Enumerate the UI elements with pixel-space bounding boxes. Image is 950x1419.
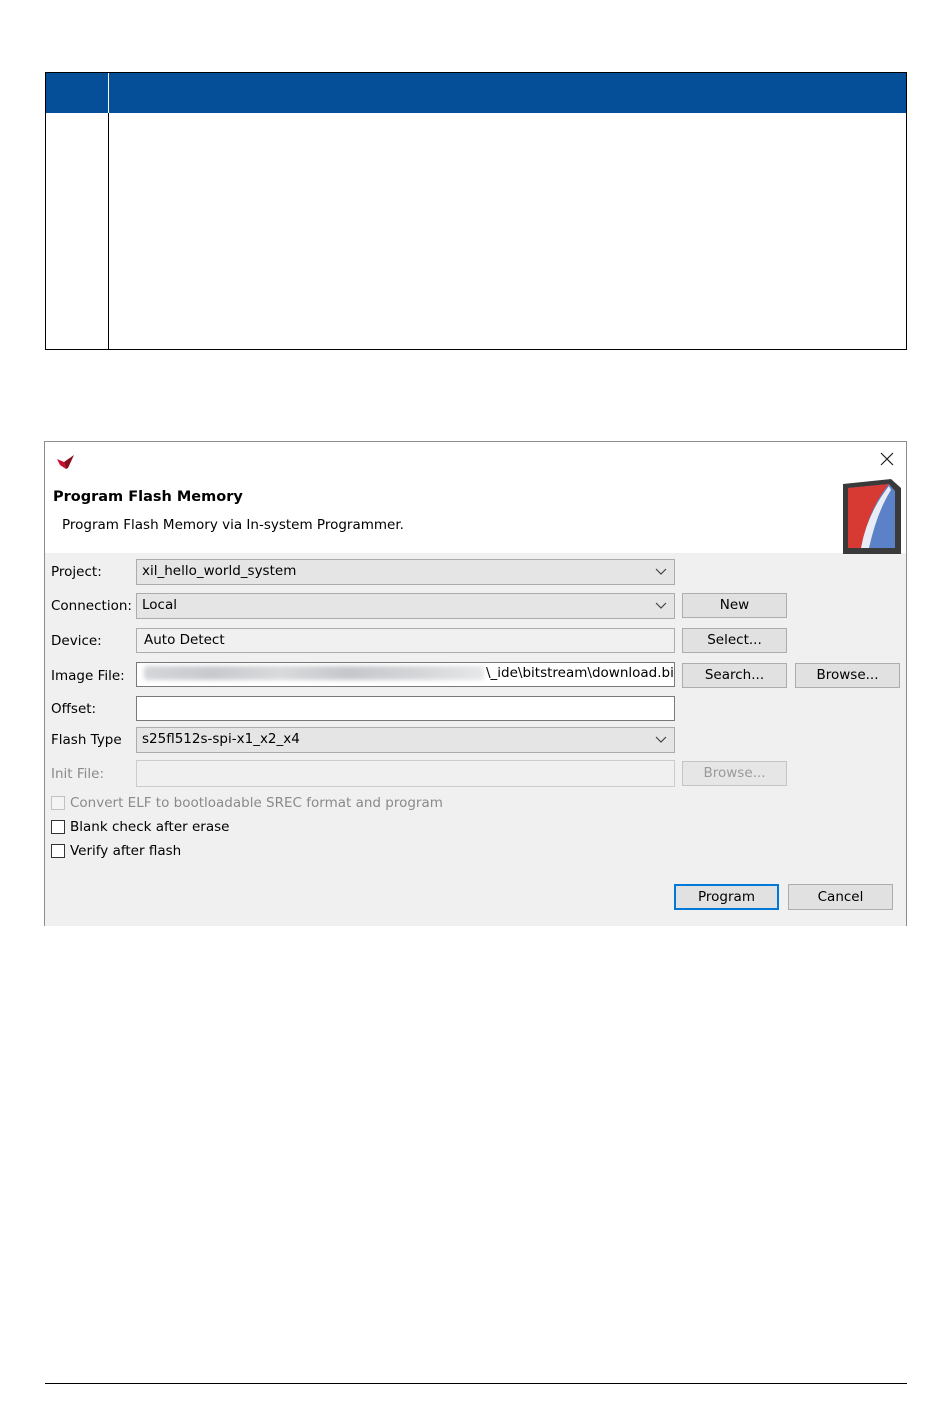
header-column-divider [108, 73, 109, 113]
document-table [45, 72, 907, 350]
project-dropdown[interactable]: xil_hello_world_system [136, 559, 675, 585]
project-label: Project: [51, 564, 102, 580]
verify-label: Verify after flash [70, 843, 182, 859]
offset-field[interactable] [136, 696, 675, 721]
flash-type-label: Flash Type [51, 732, 122, 748]
verify-option[interactable]: Verify after flash [51, 843, 181, 859]
search-image-button[interactable]: Search... [682, 663, 787, 688]
chevron-down-icon [655, 602, 667, 609]
new-connection-button[interactable]: New [682, 593, 787, 618]
blank-check-label: Blank check after erase [70, 819, 230, 835]
flash-type-value: s25fl512s-spi-x1_x2_x4 [142, 731, 300, 747]
blank-check-option[interactable]: Blank check after erase [51, 819, 229, 835]
dialog-title: Program Flash Memory [53, 489, 243, 505]
device-label: Device: [51, 633, 102, 649]
device-field[interactable]: Auto Detect [136, 628, 675, 653]
program-flash-dialog: Program Flash Memory Program Flash Memor… [44, 441, 907, 926]
browse-init-button: Browse... [682, 761, 787, 786]
flash-type-dropdown[interactable]: s25fl512s-spi-x1_x2_x4 [136, 727, 675, 753]
convert-elf-checkbox [51, 796, 65, 810]
flash-memory-icon [843, 479, 901, 554]
convert-elf-option: Convert ELF to bootloadable SREC format … [51, 795, 443, 811]
table-column-divider [108, 113, 109, 349]
connection-label: Connection: [51, 598, 132, 614]
init-file-field [136, 760, 675, 787]
init-file-label: Init File: [51, 766, 105, 782]
chevron-down-icon [655, 568, 667, 575]
chevron-down-icon [655, 736, 667, 743]
dialog-header: Program Flash Memory Program Flash Memor… [45, 442, 906, 554]
connection-dropdown[interactable]: Local [136, 593, 675, 619]
image-file-label: Image File: [51, 668, 125, 684]
convert-elf-label: Convert ELF to bootloadable SREC format … [70, 795, 443, 811]
dialog-subtitle: Program Flash Memory via In-system Progr… [62, 517, 404, 533]
connection-value: Local [142, 597, 177, 613]
page-footer-rule [45, 1383, 907, 1384]
select-device-button[interactable]: Select... [682, 628, 787, 653]
verify-checkbox[interactable] [51, 844, 65, 858]
cancel-button[interactable]: Cancel [788, 884, 893, 910]
close-icon[interactable] [879, 451, 895, 467]
image-file-field[interactable]: \_ide\bitstream\download.bit [136, 662, 675, 687]
offset-label: Offset: [51, 701, 97, 717]
table-header-row [46, 73, 906, 113]
project-value: xil_hello_world_system [142, 563, 297, 579]
program-button[interactable]: Program [674, 884, 779, 910]
blank-check-checkbox[interactable] [51, 820, 65, 834]
app-logo-icon [57, 455, 74, 469]
image-file-path: \_ide\bitstream\download.bit [486, 665, 675, 681]
browse-image-button[interactable]: Browse... [795, 663, 900, 688]
redacted-path [144, 666, 484, 680]
